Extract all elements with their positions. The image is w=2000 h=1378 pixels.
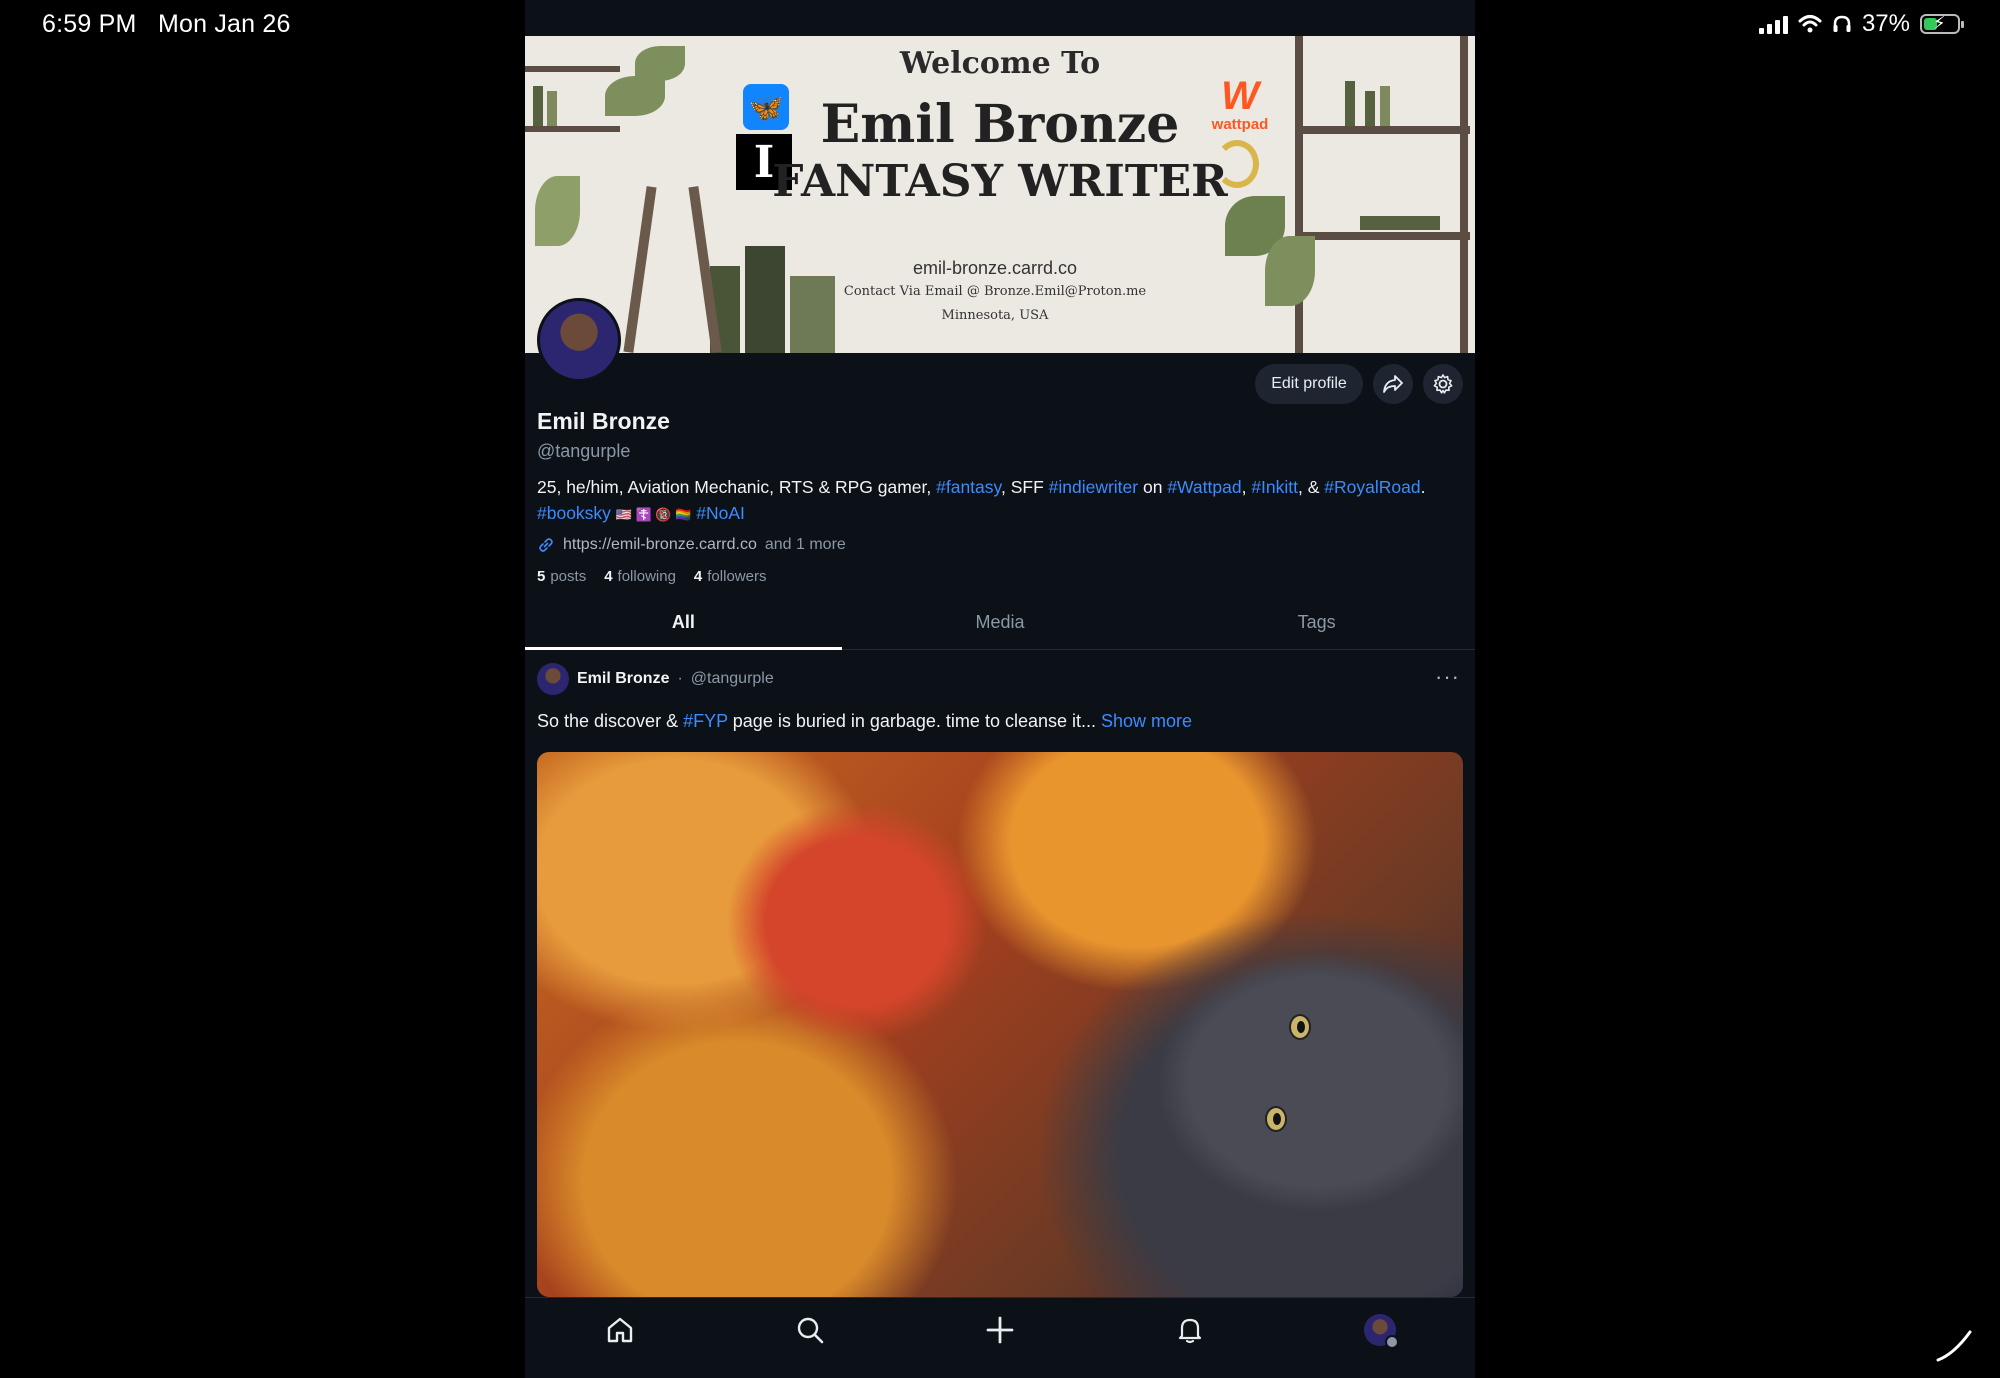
signal-icon [1758, 14, 1788, 34]
bio-text: , SFF [1000, 477, 1049, 497]
hashtag-link[interactable]: #Inkitt [1251, 477, 1298, 497]
share-icon [1383, 375, 1403, 393]
profile-banner[interactable]: 🦋 I W wattpad Welcome To Emil Bronze FAN… [525, 36, 1475, 353]
bio-text: , & [1298, 477, 1325, 497]
status-time: 6:59 PM [42, 10, 137, 38]
followers-stat[interactable]: 4 followers [694, 568, 767, 585]
hashtag-link[interactable]: #NoAI [696, 503, 745, 523]
post-text[interactable]: So the discover & #FYP page is buried in… [537, 711, 1192, 732]
banner-title: FANTASY WRITER [772, 156, 1228, 207]
following-stat[interactable]: 4 following [604, 568, 676, 585]
tab-tags[interactable]: Tags [1158, 603, 1475, 649]
show-more-link[interactable]: Show more [1101, 711, 1192, 731]
home-icon [607, 1317, 633, 1343]
nav-search[interactable] [790, 1310, 830, 1350]
banner-welcome: Welcome To [899, 46, 1101, 81]
nav-home[interactable] [600, 1310, 640, 1350]
post-image[interactable] [537, 752, 1463, 1297]
headphones-icon [1833, 15, 1851, 32]
bio-text: , [1241, 477, 1252, 497]
hashtag-link[interactable]: #indiewriter [1049, 477, 1138, 497]
tab-all[interactable]: All [525, 603, 842, 650]
nav-notifications[interactable] [1170, 1310, 1210, 1350]
hashtag-link[interactable]: #booksky [537, 503, 611, 523]
bell-icon [1178, 1318, 1202, 1344]
post-avatar[interactable] [537, 663, 569, 695]
search-icon [797, 1317, 824, 1344]
banner-location: Minnesota, USA [941, 308, 1049, 323]
banner-site: emil-bronze.carrd.co [912, 258, 1078, 278]
profile-stats: 5 posts 4 following 4 followers [537, 568, 766, 585]
profile-avatar-small [1364, 1314, 1399, 1349]
profile-bio: 25, he/him, Aviation Mechanic, RTS & RPG… [537, 474, 1457, 528]
settings-button[interactable] [1423, 364, 1463, 404]
profile-website[interactable]: https://emil-bronze.carrd.co and 1 more [537, 536, 846, 554]
tab-media[interactable]: Media [842, 603, 1159, 649]
battery-charging-icon: ⚡ [1920, 13, 1964, 34]
post-text-part: page is buried in garbage. time to clean… [727, 711, 1101, 731]
cat-eye [1289, 1014, 1311, 1040]
hashtag-link[interactable]: #Wattpad [1167, 477, 1241, 497]
hashtag-link[interactable]: #RoyalRoad [1324, 477, 1420, 497]
hashtag-link[interactable]: #FYP [683, 711, 728, 731]
cat-eye [1265, 1106, 1287, 1132]
post-more-icon[interactable]: ··· [1435, 664, 1460, 690]
profile-link-more[interactable]: and 1 more [765, 536, 846, 554]
profile-handle: @tangurple [537, 441, 631, 461]
status-indicators: 37% ⚡ [1758, 10, 1964, 38]
profile-name: Emil Bronze [537, 408, 670, 434]
gear-icon [1433, 374, 1453, 394]
profile-avatar[interactable] [537, 298, 621, 382]
nav-compose[interactable] [980, 1310, 1020, 1350]
bio-text: 25, he/him, Aviation Mechanic, RTS & RPG… [537, 477, 937, 497]
post-header: Emil Bronze · @tangurple [537, 663, 774, 695]
post-text-part: So the discover & [537, 711, 684, 731]
link-icon [539, 538, 553, 552]
battery-percent: 37% [1861, 10, 1910, 37]
nav-profile[interactable] [1360, 1310, 1400, 1350]
edit-profile-button[interactable]: Edit profile [1255, 364, 1363, 404]
wifi-icon [1798, 15, 1822, 33]
status-time-date: 6:59 PM Mon Jan 26 [42, 10, 291, 39]
pencil-stroke-icon [1936, 1330, 1972, 1362]
post-author[interactable]: Emil Bronze [577, 670, 669, 688]
hashtag-link[interactable]: #fantasy [936, 477, 1001, 497]
plus-icon [986, 1316, 1014, 1344]
post-separator: · [677, 670, 683, 687]
share-button[interactable] [1373, 364, 1413, 404]
banner-name: Emil Bronze [820, 94, 1180, 155]
profile-screen: 🦋 I W wattpad Welcome To Emil Bronze FAN… [525, 0, 1475, 1378]
bottom-nav [525, 1297, 1475, 1378]
bio-text: on [1138, 477, 1168, 497]
bio-emojis: 🇺🇸 ☦️ 🔞 🏳️‍🌈 [615, 507, 692, 522]
profile-link-url[interactable]: https://emil-bronze.carrd.co [563, 536, 757, 554]
status-date: Mon Jan 26 [157, 10, 291, 38]
posts-stat: 5 posts [537, 568, 587, 585]
bio-text: . [1420, 477, 1426, 497]
post-handle[interactable]: @tangurple [691, 670, 774, 688]
banner-contact: Contact Via Email @ Bronze.Emil@Proton.m… [843, 284, 1147, 299]
profile-tabs: All Media Tags [525, 603, 1475, 650]
